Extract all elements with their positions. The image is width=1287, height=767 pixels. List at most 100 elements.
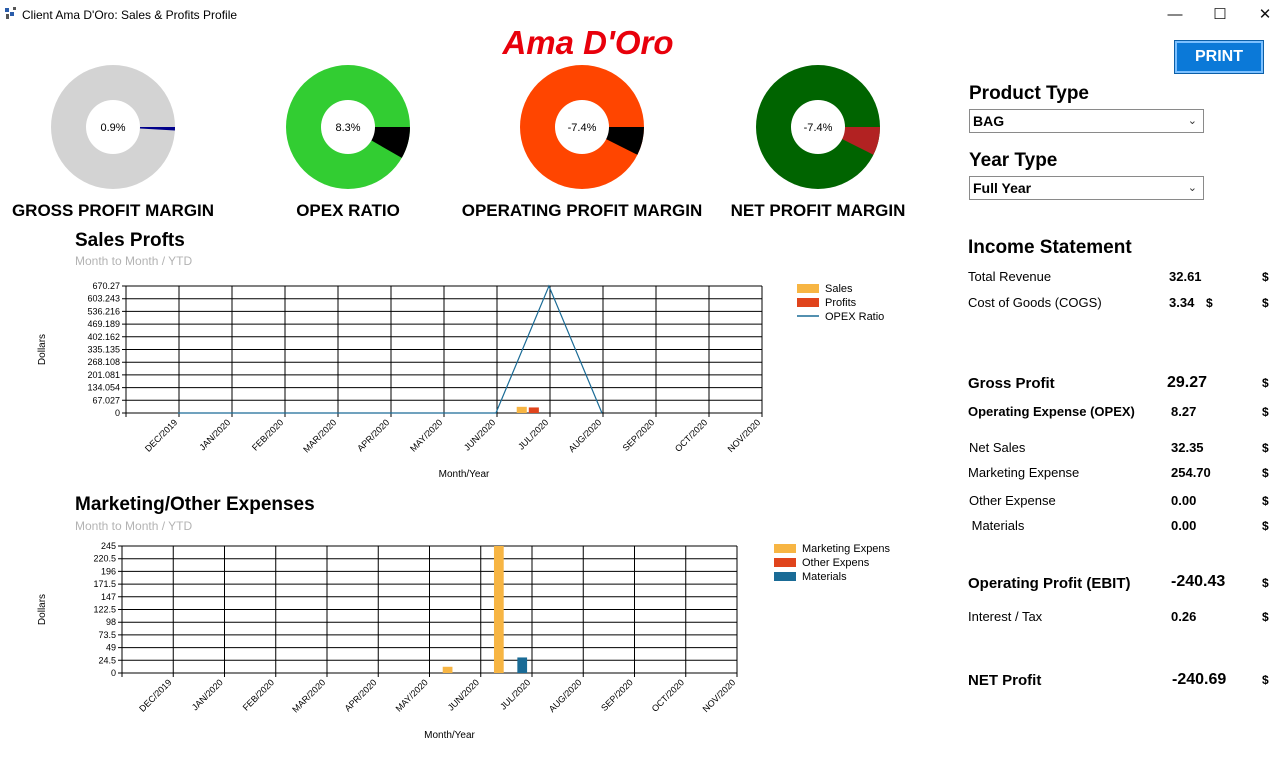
x-tick-label: MAR/2020: [301, 417, 338, 454]
is-currency: $: [1262, 673, 1269, 687]
y-tick-label: 49: [106, 643, 116, 653]
legend-swatch: [797, 284, 819, 293]
y-tick-label: 670.27: [92, 281, 120, 291]
kpi-donut: 8.3%: [286, 65, 410, 189]
is-value-operating-profit: -240.43: [1171, 573, 1226, 590]
year-type-label: Year Type: [969, 150, 1058, 171]
is-label-gross-profit: Gross Profit: [968, 375, 1055, 392]
is-value-marketing-expense: 254.70: [1171, 465, 1211, 480]
bar-sales: [516, 406, 527, 413]
is-currency: $: [1262, 466, 1269, 480]
bar-marketing-expens: [493, 546, 504, 673]
x-tick-label: FEB/2020: [250, 417, 285, 452]
legend-swatch: [774, 544, 796, 553]
sales-chart-subtitle: Month to Month / YTD: [75, 254, 193, 268]
y-tick-label: 171.5: [93, 579, 116, 589]
x-tick-label: JUL/2020: [516, 417, 550, 451]
chevron-down-icon: ⌄: [1187, 182, 1197, 194]
is-currency: $: [1262, 494, 1269, 508]
is-label-operating-profit: Operating Profit (EBIT): [968, 575, 1131, 592]
x-tick-label: DEC/2019: [143, 417, 179, 453]
legend-swatch: [774, 558, 796, 567]
legend-swatch: [774, 572, 796, 581]
x-tick-label: DEC/2019: [137, 677, 173, 713]
is-label-net-sales: Net Sales: [969, 440, 1026, 455]
y-tick-label: 147: [101, 592, 116, 602]
product-type-value: BAG: [973, 113, 1005, 129]
is-value-interest-tax: 0.26: [1171, 609, 1197, 624]
kpi-value: -7.4%: [804, 122, 833, 134]
is-value-cogs: 3.34: [1169, 295, 1195, 310]
is-currency: $: [1262, 610, 1269, 624]
window-title: Client Ama D'Oro: Sales & Profits Profil…: [22, 8, 238, 22]
bar-profits: [528, 407, 539, 413]
kpi-value: 0.9%: [100, 122, 125, 134]
maximize-button[interactable]: ☐: [1200, 2, 1240, 28]
is-value-gross-profit: 29.27: [1167, 374, 1208, 391]
legend-label: OPEX Ratio: [825, 311, 884, 323]
x-tick-label: OCT/2020: [673, 417, 709, 453]
year-type-select[interactable]: Full Year ⌄: [969, 176, 1204, 200]
kpi-donut: -7.4%: [520, 65, 644, 189]
is-value-materials: 0.00: [1171, 518, 1197, 533]
y-tick-label: 335.135: [87, 345, 120, 355]
y-tick-label: 536.216: [87, 306, 120, 316]
x-tick-label: SEP/2020: [621, 417, 657, 453]
sales-chart-title: Sales Profts: [75, 230, 185, 251]
product-type-label: Product Type: [969, 83, 1089, 104]
is-value-total-revenue: 32.61: [1169, 269, 1202, 284]
product-type-select[interactable]: BAG ⌄: [969, 109, 1204, 133]
is-label-opex: Operating Expense (OPEX): [968, 404, 1135, 419]
kpi-label: NET PROFIT MARGIN: [730, 201, 906, 220]
kpi-label: OPERATING PROFIT MARGIN: [461, 201, 703, 220]
kpi-donut: -7.4%: [756, 65, 880, 189]
legend-label: Marketing Expens: [802, 543, 891, 555]
x-tick-label: NOV/2020: [726, 417, 763, 454]
is-currency: $: [1262, 441, 1269, 455]
x-tick-label: OCT/2020: [650, 677, 686, 713]
y-tick-label: 402.162: [87, 332, 120, 342]
minimize-button[interactable]: —: [1155, 2, 1195, 28]
y-tick-label: 245: [101, 541, 116, 551]
x-tick-label: JUN/2020: [446, 677, 481, 712]
y-tick-label: 201.081: [87, 370, 120, 380]
x-tick-label: MAY/2020: [408, 417, 444, 453]
x-tick-label: APR/2020: [355, 417, 391, 453]
x-tick-label: JAN/2020: [197, 417, 232, 452]
legend-swatch: [797, 298, 819, 307]
x-axis-label: Month/Year: [439, 469, 490, 480]
year-type-value: Full Year: [973, 180, 1032, 196]
chevron-down-icon: ⌄: [1187, 115, 1197, 127]
y-tick-label: 98: [106, 617, 116, 627]
close-button[interactable]: ✕: [1245, 2, 1285, 28]
is-label-other-expense: Other Expense: [969, 493, 1056, 508]
bar-marketing-expens: [442, 666, 453, 673]
marketing-chart-subtitle: Month to Month / YTD: [75, 519, 193, 533]
y-tick-label: 196: [101, 566, 116, 576]
y-tick-label: 220.5: [93, 554, 116, 564]
y-axis-label: Dollars: [37, 594, 48, 625]
is-label-materials: Materials: [968, 518, 1025, 533]
kpi-donut: 0.9%: [51, 65, 175, 189]
y-tick-label: 0: [115, 408, 120, 418]
is-currency: $: [1262, 376, 1269, 390]
is-label-cogs: Cost of Goods (COGS): [968, 295, 1102, 310]
y-tick-label: 0: [111, 668, 116, 678]
is-label-interest-tax: Interest / Tax: [968, 609, 1043, 624]
x-tick-label: JUL/2020: [498, 677, 532, 711]
print-button[interactable]: PRINT: [1174, 40, 1264, 74]
y-tick-label: 24.5: [98, 655, 116, 665]
is-value-net-profit: -240.69: [1172, 671, 1227, 688]
legend-label: Materials: [802, 571, 847, 583]
y-tick-label: 268.108: [87, 357, 120, 367]
kpi-value: -7.4%: [568, 122, 597, 134]
y-tick-label: 73.5: [98, 630, 116, 640]
marketing-expenses-chart: 0 24.5 49 73.5 98 122.5 147 171.5 196 220.5 245 DEC…: [37, 541, 891, 741]
income-statement-title: Income Statement: [968, 237, 1132, 258]
marketing-chart-title: Marketing/Other Expenses: [75, 494, 315, 515]
y-tick-label: 603.243: [87, 294, 120, 304]
is-label-total-revenue: Total Revenue: [968, 269, 1052, 284]
is-value-opex: 8.27: [1171, 404, 1197, 419]
x-axis-label: Month/Year: [424, 730, 475, 741]
y-tick-label: 122.5: [93, 605, 116, 615]
